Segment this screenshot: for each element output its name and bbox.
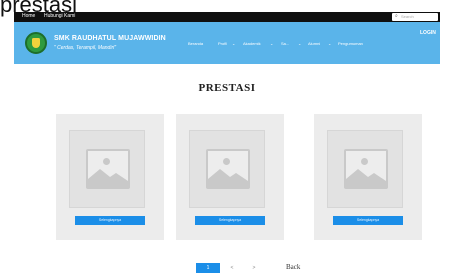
- nav-item-profil[interactable]: Profil: [218, 41, 227, 46]
- nav-item-pengumuman[interactable]: Pengumuman: [338, 41, 363, 46]
- nav-item-sarana[interactable]: Sa...: [281, 41, 289, 46]
- chevron-down-icon[interactable]: ⌄: [232, 41, 235, 46]
- detail-button[interactable]: Selengkapnya: [75, 216, 145, 225]
- school-name[interactable]: SMK RAUDHATUL MUJAWWIDIN: [54, 35, 166, 42]
- chevron-down-icon[interactable]: ⌄: [328, 41, 331, 46]
- top-bar: Home Hubungi Kami ⌕ Search: [14, 12, 440, 22]
- page-button-1[interactable]: 1: [196, 263, 220, 273]
- site-header: SMK RAUDHATUL MUJAWWIDIN " Cerdas, Teram…: [14, 22, 440, 64]
- card-image: [189, 130, 265, 208]
- detail-button[interactable]: Selengkapnya: [195, 216, 265, 225]
- image-placeholder-icon: [206, 149, 250, 189]
- search-input[interactable]: ⌕ Search: [392, 13, 438, 21]
- image-placeholder-icon: [344, 149, 388, 189]
- login-link[interactable]: LOGIN: [420, 30, 436, 36]
- card-image: [327, 130, 403, 208]
- achievement-card: Selengkapnya: [314, 114, 422, 240]
- school-logo-icon[interactable]: [25, 32, 47, 54]
- search-icon: ⌕: [395, 13, 398, 19]
- card-image: [69, 130, 145, 208]
- nav-item-alumni[interactable]: Alumni: [308, 41, 320, 46]
- nav-item-beranda[interactable]: Beranda: [188, 41, 203, 46]
- page-title: PRESTASI: [198, 82, 256, 94]
- image-placeholder-icon: [86, 149, 130, 189]
- page-next-button[interactable]: >: [244, 263, 264, 273]
- nav-item-akademik[interactable]: Akademik: [243, 41, 261, 46]
- chevron-down-icon[interactable]: ⌄: [270, 41, 273, 46]
- achievement-card: Selengkapnya: [56, 114, 164, 240]
- school-motto: " Cerdas, Terampil, Mandiri": [54, 45, 116, 51]
- home-link[interactable]: Home: [22, 13, 35, 19]
- detail-button[interactable]: Selengkapnya: [333, 216, 403, 225]
- achievement-card: Selengkapnya: [176, 114, 284, 240]
- search-placeholder: Search: [401, 14, 414, 19]
- contact-link[interactable]: Hubungi Kami: [44, 13, 75, 19]
- chevron-down-icon[interactable]: ⌄: [298, 41, 301, 46]
- back-link[interactable]: Back: [286, 263, 300, 271]
- page: prestasi Home Hubungi Kami ⌕ Search SMK …: [0, 0, 454, 273]
- page-prev-button[interactable]: <: [222, 263, 242, 273]
